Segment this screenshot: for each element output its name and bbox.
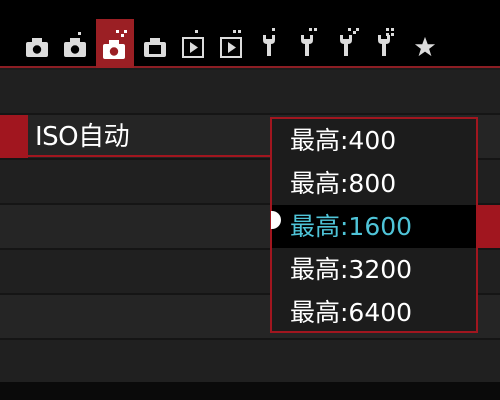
iso-auto-label: ISO自动 (35, 122, 130, 152)
playback-icon (182, 30, 204, 58)
tab-setup-4[interactable] (366, 21, 404, 66)
camera-icon (103, 30, 127, 59)
playback-icon (220, 30, 242, 58)
camera-icon (144, 38, 166, 57)
tab-playback-1[interactable] (174, 21, 212, 66)
tab-my-menu[interactable] (406, 21, 444, 66)
tab-setup-3[interactable] (328, 21, 366, 66)
tab-shooting-1[interactable] (18, 21, 56, 66)
iso-max-dropdown[interactable]: 最高:400 最高:800 最高:1600 最高:3200 最高:6400 (270, 117, 478, 333)
tab-bar-divider (0, 66, 500, 68)
option-max-6400[interactable]: 最高:6400 (272, 291, 476, 334)
option-max-400[interactable]: 最高:400 (272, 119, 476, 162)
tab-playback-2[interactable] (212, 21, 250, 66)
tab-setup-2[interactable] (288, 21, 326, 66)
star-icon (414, 36, 436, 57)
option-max-3200[interactable]: 最高:3200 (272, 248, 476, 291)
iso-auto-underline (28, 155, 273, 157)
tab-setup-1[interactable] (250, 21, 288, 66)
option-max-800[interactable]: 最高:800 (272, 162, 476, 205)
tab-shooting-2[interactable] (56, 21, 94, 66)
tab-shooting-4[interactable] (136, 21, 174, 66)
option-max-1600[interactable]: 最高:1600 (272, 205, 476, 248)
wrench-icon (263, 28, 275, 56)
bottom-strip (0, 382, 500, 400)
row-highlight-left (0, 115, 28, 158)
menu-row-empty (0, 340, 500, 385)
camera-icon (64, 32, 86, 57)
tab-shooting-3[interactable] (96, 19, 134, 68)
menu-row-empty (0, 70, 500, 115)
wrench-icon (301, 28, 317, 56)
wrench-icon (378, 28, 394, 56)
wrench-icon (340, 28, 359, 56)
camera-icon (26, 38, 48, 57)
